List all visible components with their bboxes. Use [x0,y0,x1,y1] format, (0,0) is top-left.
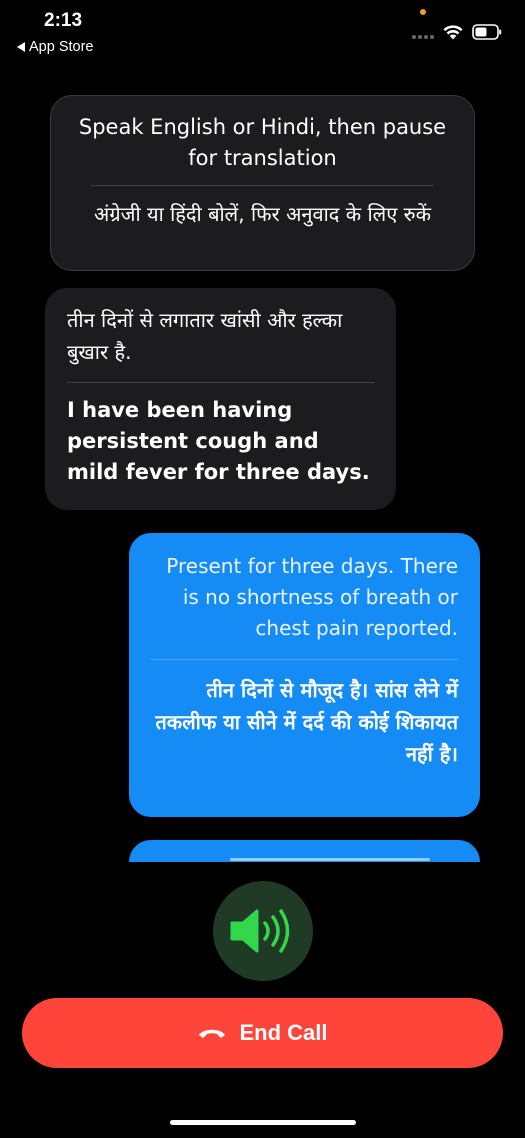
speaker-wave-icon [230,909,290,953]
back-to-app-store-link[interactable]: App Store [17,39,94,55]
instruction-card: Speak English or Hindi, then pause for t… [50,95,475,271]
wifi-icon [443,25,463,40]
status-time: 2:13 [44,10,83,31]
home-indicator[interactable] [170,1120,356,1125]
cellular-signal-icon [412,35,434,39]
end-call-button[interactable]: End Call [22,998,503,1068]
divider [91,185,434,186]
phone-hangup-icon [199,1029,226,1038]
incoming-message-bubble: तीन दिनों से लगातार खांसी और हल्का बुखार… [45,288,396,510]
divider [67,382,374,383]
back-arrow-icon [17,42,25,52]
message-original-text: Present for three days. There is no shor… [166,554,458,640]
message-original-text: तीन दिनों से लगातार खांसी और हल्का बुखार… [67,308,343,364]
message-translation-text: तीन दिनों से मौजूद है। सांस लेने में तकल… [155,678,458,766]
speaker-toggle-button[interactable] [213,881,313,981]
outgoing-message-bubble: Present for three days. There is no shor… [129,533,480,817]
instruction-hindi: अंग्रेजी या हिंदी बोलें, फिर अनुवाद के ल… [94,202,431,226]
microphone-in-use-indicator [420,9,426,15]
partial-message-bubble [129,840,480,862]
battery-icon [472,24,502,40]
instruction-english: Speak English or Hindi, then pause for t… [78,115,447,170]
back-link-label: App Store [29,39,94,55]
end-call-label: End Call [239,1020,328,1045]
message-translation-text: I have been having persistent cough and … [67,398,370,484]
divider [151,659,458,660]
